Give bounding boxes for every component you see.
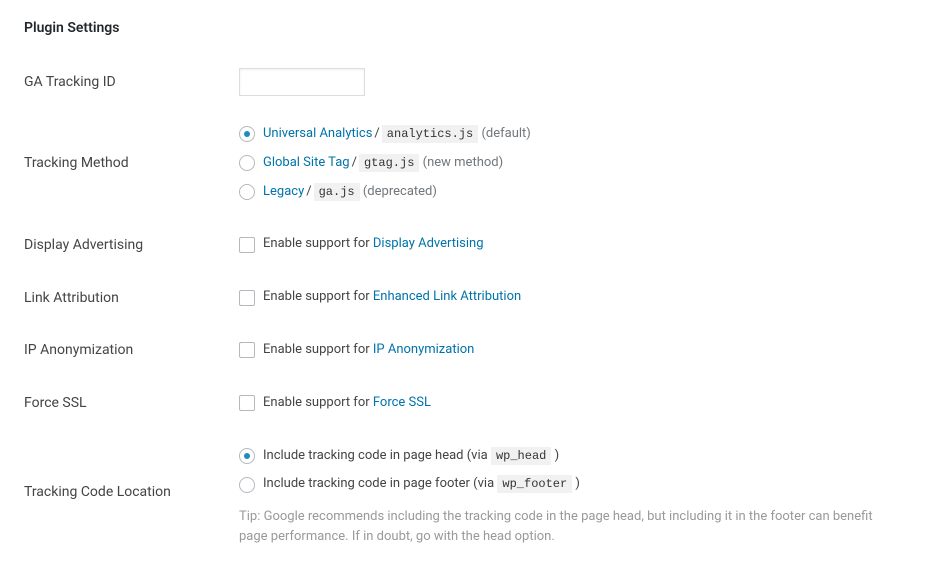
code-wp-footer: wp_footer (497, 475, 572, 493)
radio-icon[interactable] (239, 126, 255, 142)
display-advertising-prefix: Enable support for (263, 236, 373, 251)
ga-tracking-id-input[interactable] (239, 68, 365, 96)
legacy-link[interactable]: Legacy (263, 184, 304, 199)
radio-icon[interactable] (239, 477, 255, 493)
force-ssl-label: Force SSL (24, 377, 239, 430)
note-default: (default) (481, 126, 530, 141)
note-new-method: (new method) (423, 155, 504, 170)
separator: / (306, 182, 311, 203)
location-head-text-a: Include tracking code in page head (via (263, 448, 491, 463)
display-advertising-link[interactable]: Display Advertising (373, 236, 484, 251)
link-attribution-label: Link Attribution (24, 271, 239, 324)
force-ssl-prefix: Enable support for (263, 395, 373, 410)
separator: / (352, 153, 357, 174)
code-ga-js: ga.js (314, 183, 360, 201)
checkbox-icon[interactable] (239, 342, 255, 358)
settings-table: GA Tracking ID Tracking Method Universal… (24, 56, 917, 558)
separator: / (374, 124, 379, 145)
link-attribution-link[interactable]: Enhanced Link Attribution (373, 289, 521, 304)
ip-anonymization-link[interactable]: IP Anonymization (373, 342, 474, 357)
page-title: Plugin Settings (24, 20, 917, 36)
tracking-code-location-tip: Tip: Google recommends including the tra… (239, 507, 899, 546)
tracking-method-option-universal[interactable]: Universal Analytics / analytics.js (defa… (239, 120, 917, 149)
location-footer-text-a: Include tracking code in page footer (vi… (263, 476, 497, 491)
ip-anonymization-option[interactable]: Enable support for IP Anonymization (239, 336, 917, 365)
link-attribution-option[interactable]: Enable support for Enhanced Link Attribu… (239, 283, 917, 312)
display-advertising-label: Display Advertising (24, 218, 239, 271)
tracking-method-option-gtag[interactable]: Global Site Tag / gtag.js (new method) (239, 149, 917, 178)
code-analytics-js: analytics.js (382, 125, 478, 143)
location-option-footer[interactable]: Include tracking code in page footer (vi… (239, 470, 917, 499)
force-ssl-option[interactable]: Enable support for Force SSL (239, 389, 917, 418)
location-option-head[interactable]: Include tracking code in page head (via … (239, 442, 917, 471)
location-footer-text-b: ) (572, 476, 580, 491)
ip-anonymization-prefix: Enable support for (263, 342, 373, 357)
code-wp-head: wp_head (491, 447, 551, 465)
checkbox-icon[interactable] (239, 395, 255, 411)
universal-analytics-link[interactable]: Universal Analytics (263, 126, 372, 141)
radio-icon[interactable] (239, 448, 255, 464)
radio-icon[interactable] (239, 155, 255, 171)
code-gtag-js: gtag.js (359, 154, 419, 172)
tracking-method-label: Tracking Method (24, 108, 239, 218)
tracking-method-option-legacy[interactable]: Legacy / ga.js (deprecated) (239, 178, 917, 207)
note-deprecated: (deprecated) (363, 184, 437, 199)
checkbox-icon[interactable] (239, 237, 255, 253)
display-advertising-option[interactable]: Enable support for Display Advertising (239, 230, 917, 259)
ip-anonymization-label: IP Anonymization (24, 324, 239, 377)
location-head-text-b: ) (551, 448, 559, 463)
tracking-code-location-label: Tracking Code Location (24, 430, 239, 559)
force-ssl-link[interactable]: Force SSL (373, 395, 431, 410)
global-site-tag-link[interactable]: Global Site Tag (263, 155, 350, 170)
link-attribution-prefix: Enable support for (263, 289, 373, 304)
radio-icon[interactable] (239, 184, 255, 200)
ga-tracking-id-label: GA Tracking ID (24, 56, 239, 108)
checkbox-icon[interactable] (239, 290, 255, 306)
